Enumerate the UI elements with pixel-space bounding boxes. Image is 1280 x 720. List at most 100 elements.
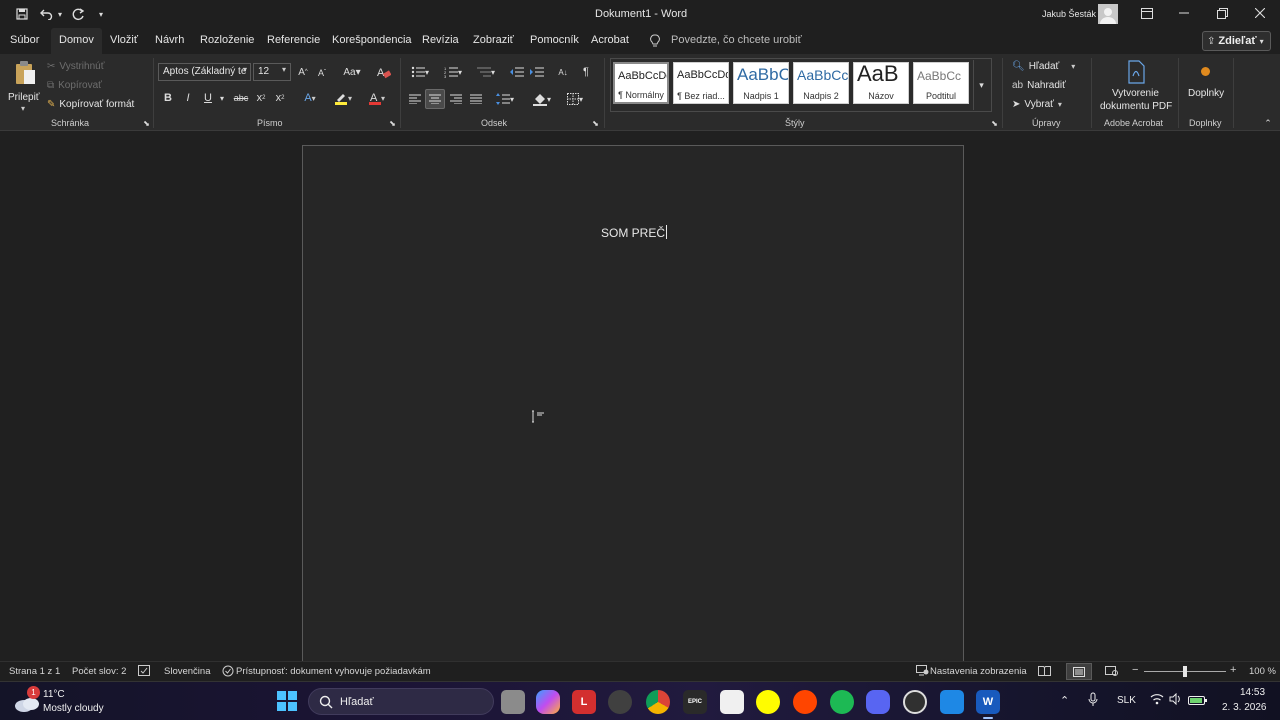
- microphone-icon[interactable]: [1088, 692, 1098, 708]
- dialog-launcher-icon[interactable]: ⬊: [142, 119, 151, 128]
- addins-button[interactable]: Doplnky: [1184, 58, 1228, 108]
- dialog-launcher-icon[interactable]: ⬊: [591, 119, 600, 128]
- align-right-icon[interactable]: [448, 91, 464, 107]
- increase-indent-icon[interactable]: [529, 64, 545, 80]
- styles-more-icon[interactable]: ▾: [973, 60, 989, 110]
- align-center-icon[interactable]: [425, 89, 445, 109]
- show-hidden-icons-icon[interactable]: ⌃: [1060, 694, 1069, 707]
- restore-icon[interactable]: [1214, 6, 1230, 20]
- font-color-icon[interactable]: A ▾: [364, 90, 390, 106]
- format-painter-button[interactable]: ✎ Kopírovať formát: [47, 97, 134, 111]
- zoom-in-button[interactable]: +: [1230, 664, 1236, 676]
- bullets-icon[interactable]: ▾: [407, 64, 433, 80]
- borders-icon[interactable]: ▾: [562, 91, 588, 107]
- replace-button[interactable]: ab Nahradiť: [1012, 78, 1066, 92]
- select-button[interactable]: ➤ Vybrať ▾: [1012, 97, 1062, 111]
- reddit-icon[interactable]: [793, 690, 817, 714]
- tell-me-search[interactable]: Povedzte, čo chcete urobiť: [671, 34, 802, 46]
- shading-icon[interactable]: ▾: [529, 91, 555, 107]
- clock-time[interactable]: 14:53: [1240, 687, 1265, 698]
- tab-mailings[interactable]: Korešpondencia: [332, 34, 412, 46]
- undo-icon[interactable]: [38, 6, 54, 22]
- zoom-level[interactable]: 100 %: [1249, 666, 1276, 677]
- user-name[interactable]: Jakub Šesták: [1042, 9, 1096, 19]
- file-explorer-icon[interactable]: [501, 690, 525, 714]
- obs-icon[interactable]: [903, 690, 927, 714]
- tab-insert[interactable]: Vložiť: [110, 34, 138, 46]
- chevron-down-icon[interactable]: ▾: [218, 91, 226, 105]
- tab-view[interactable]: Zobraziť: [473, 34, 514, 46]
- spotify-icon[interactable]: [830, 690, 854, 714]
- tab-file[interactable]: Súbor: [10, 34, 39, 46]
- justify-icon[interactable]: [468, 91, 484, 107]
- clock-date[interactable]: 2. 3. 2026: [1222, 702, 1266, 713]
- subscript-icon[interactable]: x2: [254, 90, 268, 106]
- word-icon[interactable]: W: [976, 690, 1000, 714]
- read-mode-icon[interactable]: [1038, 666, 1052, 677]
- text-effects-icon[interactable]: A ▾: [298, 90, 322, 106]
- show-formatting-icon[interactable]: ¶: [579, 64, 593, 80]
- l-app-icon[interactable]: L: [572, 690, 596, 714]
- proofing-icon[interactable]: [138, 665, 150, 677]
- dialog-launcher-icon[interactable]: ⬊: [990, 119, 999, 128]
- tab-acrobat[interactable]: Acrobat: [591, 34, 629, 46]
- multilevel-list-icon[interactable]: ▾: [473, 64, 499, 80]
- tab-references[interactable]: Referencie: [267, 34, 320, 46]
- wifi-icon[interactable]: [1150, 693, 1164, 707]
- print-layout-icon[interactable]: [1066, 663, 1092, 680]
- taskbar-search[interactable]: Hľadať: [308, 688, 494, 715]
- underline-icon[interactable]: U: [202, 90, 214, 106]
- davinci-icon[interactable]: [608, 690, 632, 714]
- document-area[interactable]: SOM PREČ: [0, 131, 1280, 675]
- tab-help[interactable]: Pomocník: [530, 34, 579, 46]
- line-spacing-icon[interactable]: ▾: [492, 91, 518, 107]
- tab-layout[interactable]: Rozloženie: [200, 34, 254, 46]
- web-layout-icon[interactable]: [1105, 666, 1119, 677]
- display-settings[interactable]: Nastavenia zobrazenia: [930, 666, 1027, 677]
- zoom-slider-thumb[interactable]: [1183, 666, 1187, 677]
- accessibility-status[interactable]: Prístupnosť: dokument vyhovuje požiadavk…: [236, 666, 431, 677]
- align-left-icon[interactable]: [407, 91, 423, 107]
- minimize-icon[interactable]: [1176, 6, 1192, 20]
- copilot-icon[interactable]: [536, 690, 560, 714]
- redo-icon[interactable]: [70, 6, 86, 22]
- tab-design[interactable]: Návrh: [155, 34, 184, 46]
- windows-start-icon[interactable]: [277, 691, 297, 711]
- store-icon[interactable]: [720, 690, 744, 714]
- share-button[interactable]: ⇪ Zdieľať ▾: [1202, 31, 1271, 51]
- tab-review[interactable]: Revízia: [422, 34, 459, 46]
- superscript-icon[interactable]: x2: [273, 90, 287, 106]
- document-text[interactable]: SOM PREČ: [601, 225, 668, 240]
- style-heading-1[interactable]: AaBbC Nadpis 1: [733, 62, 789, 104]
- close-icon[interactable]: [1252, 6, 1268, 20]
- find-button[interactable]: 🔍︎ Hľadať ▾: [1012, 59, 1075, 73]
- undo-dropdown-icon[interactable]: ▾: [55, 7, 65, 21]
- decrease-indent-icon[interactable]: [509, 64, 525, 80]
- clear-formatting-icon[interactable]: A: [376, 64, 392, 80]
- app-icon[interactable]: [940, 690, 964, 714]
- dialog-launcher-icon[interactable]: ⬊: [388, 119, 397, 128]
- sort-icon[interactable]: A↓: [555, 64, 571, 80]
- input-language[interactable]: SLK: [1117, 695, 1136, 706]
- grow-font-icon[interactable]: A ^: [296, 64, 310, 80]
- style-subtitle[interactable]: AaBbCc Podtitul: [913, 62, 969, 104]
- save-icon[interactable]: [14, 6, 30, 22]
- style-no-spacing[interactable]: AaBbCcDd ¶ Bez riad...: [673, 62, 729, 104]
- collapse-ribbon-icon[interactable]: ⌃: [1262, 118, 1274, 128]
- ribbon-display-icon[interactable]: [1140, 6, 1154, 20]
- paste-button[interactable]: Prilepiť ▾: [6, 58, 44, 114]
- word-count[interactable]: Počet slov: 2: [72, 666, 126, 677]
- font-name-dropdown[interactable]: Aptos (Základný te: [158, 63, 251, 81]
- numbering-icon[interactable]: 1 2 3 ▾: [440, 64, 466, 80]
- customize-toolbar-icon[interactable]: ▾: [95, 7, 107, 21]
- copy-button[interactable]: ⧉ Kopírovať: [47, 78, 102, 92]
- battery-icon[interactable]: [1188, 694, 1208, 706]
- tab-home[interactable]: Domov: [51, 28, 102, 54]
- language-status[interactable]: Slovenčina: [164, 666, 210, 677]
- strikethrough-icon[interactable]: abc: [233, 90, 249, 106]
- weather-widget[interactable]: 1 11°C Mostly cloudy: [14, 686, 124, 718]
- snapchat-icon[interactable]: [756, 690, 780, 714]
- page-count[interactable]: Strana 1 z 1: [9, 666, 60, 677]
- zoom-out-button[interactable]: −: [1132, 664, 1138, 676]
- avatar[interactable]: [1098, 4, 1118, 24]
